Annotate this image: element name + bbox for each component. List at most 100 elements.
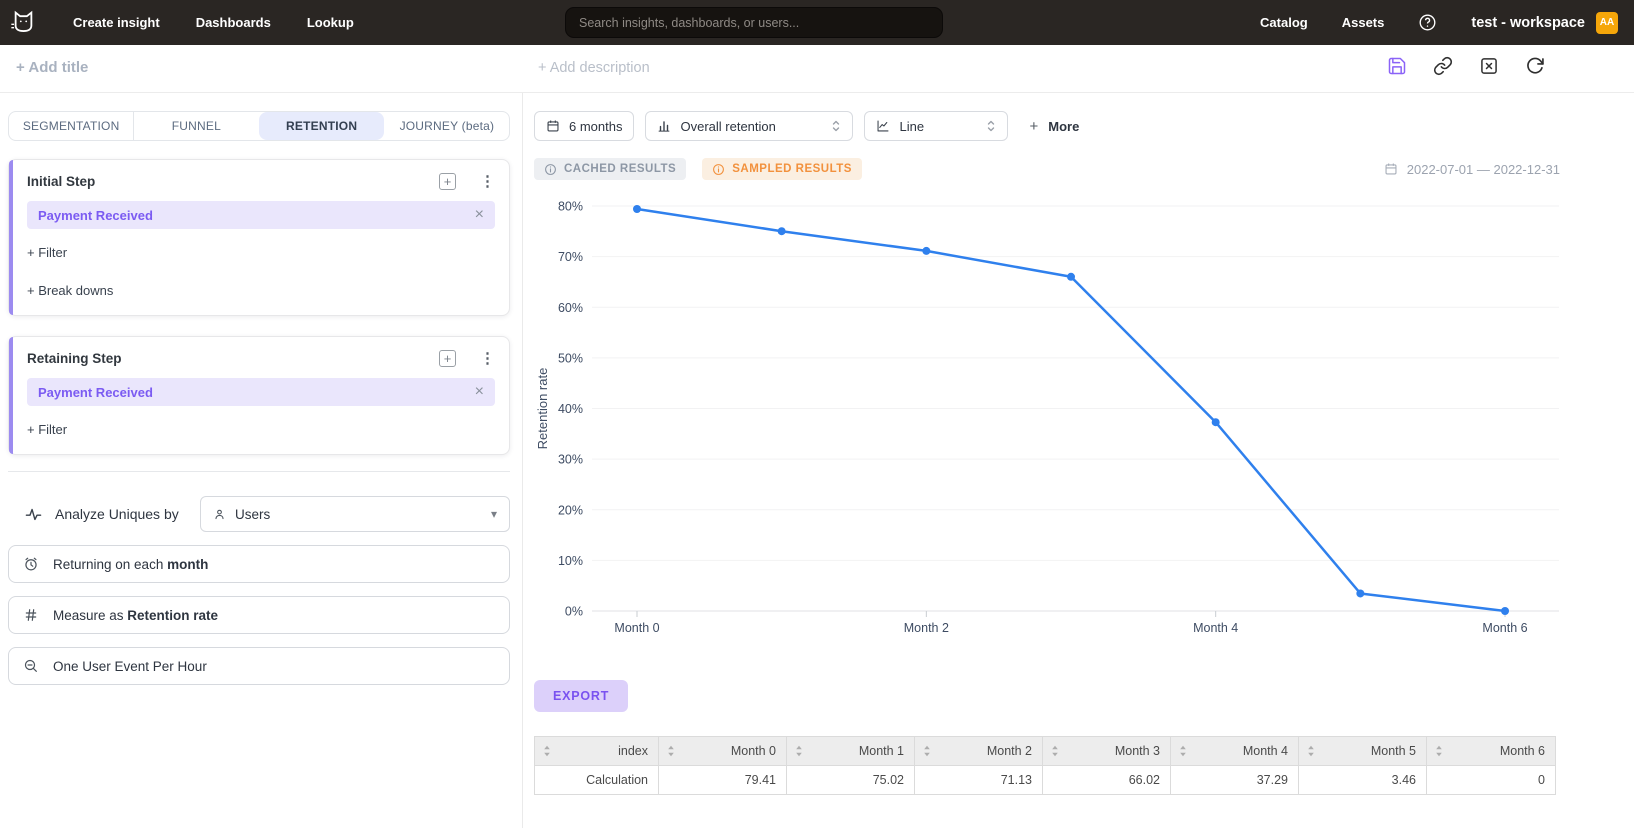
add-event-icon[interactable]: + — [439, 350, 456, 367]
select-spinner-icon — [986, 118, 996, 134]
data-point — [1067, 273, 1075, 281]
export-button[interactable]: EXPORT — [534, 680, 628, 712]
chevron-down-icon: ▾ — [491, 507, 497, 521]
sampled-results-badge[interactable]: SAMPLED RESULTS — [702, 158, 862, 180]
column-header-index[interactable]: index — [535, 737, 659, 766]
search-input[interactable] — [565, 7, 943, 38]
retention-line-chart[interactable]: 0%10%20%30%40%50%60%70%80%Month 0Month 2… — [534, 185, 1560, 645]
column-header-month-2[interactable]: Month 2 — [915, 737, 1043, 766]
nav-create-insight[interactable]: Create insight — [73, 15, 160, 30]
event-chip[interactable]: Payment Received × — [27, 201, 495, 229]
pulse-icon — [25, 506, 42, 523]
column-header-month-4[interactable]: Month 4 — [1171, 737, 1299, 766]
step-title: Retaining Step — [27, 351, 122, 366]
metric-select[interactable]: Overall retention — [645, 111, 853, 141]
table-cell: 75.02 — [787, 766, 915, 795]
column-header-month-6[interactable]: Month 6 — [1427, 737, 1556, 766]
event-name: Payment Received — [38, 385, 153, 400]
date-range-button[interactable]: 6 months — [534, 111, 634, 141]
hash-icon — [23, 607, 39, 623]
close-insight-icon[interactable] — [1479, 56, 1499, 76]
analyze-by-select[interactable]: Users ▾ — [200, 496, 510, 532]
sort-icon[interactable] — [1307, 745, 1315, 758]
copy-link-icon[interactable] — [1433, 56, 1453, 76]
analyze-by-value: Users — [235, 507, 270, 522]
add-event-icon[interactable]: + — [439, 173, 456, 190]
user-avatar[interactable]: AA — [1596, 12, 1618, 34]
step-menu-icon[interactable]: ⋮ — [480, 172, 495, 190]
tab-funnel[interactable]: FUNNEL — [133, 112, 258, 140]
event-chip[interactable]: Payment Received × — [27, 378, 495, 406]
workspace-name[interactable]: test - workspace — [1471, 15, 1585, 31]
tab-journey[interactable]: JOURNEY (beta) — [384, 112, 509, 140]
option-bold-text: Retention rate — [127, 608, 218, 623]
date-range-display: 2022-07-01 — 2022-12-31 — [1384, 162, 1560, 177]
add-filter-button[interactable]: + Filter — [27, 422, 67, 437]
data-point — [1356, 589, 1364, 597]
sort-icon[interactable] — [1179, 745, 1187, 758]
data-point — [778, 227, 786, 235]
column-header-month-1[interactable]: Month 1 — [787, 737, 915, 766]
sort-icon[interactable] — [1435, 745, 1443, 758]
nav-catalog[interactable]: Catalog — [1260, 15, 1308, 30]
svg-text:70%: 70% — [558, 250, 583, 264]
sort-icon[interactable] — [1051, 745, 1059, 758]
svg-text:Month 6: Month 6 — [1482, 621, 1527, 635]
zoom-out-icon — [23, 658, 39, 674]
column-header-month-0[interactable]: Month 0 — [659, 737, 787, 766]
data-point — [1212, 418, 1220, 426]
table-row: Calculation79.4175.0271.1366.0237.293.46… — [535, 766, 1556, 795]
column-header-month-5[interactable]: Month 5 — [1299, 737, 1427, 766]
save-icon[interactable] — [1387, 56, 1407, 76]
app-logo-cat-icon[interactable] — [10, 9, 37, 36]
returning-on-option[interactable]: Returning on each month — [8, 545, 510, 583]
analyze-label: Analyze Uniques by — [55, 506, 179, 522]
add-filter-button[interactable]: + Filter — [27, 245, 67, 260]
table-cell: 37.29 — [1171, 766, 1299, 795]
add-breakdowns-button[interactable]: + Break downs — [27, 283, 113, 298]
measure-as-option[interactable]: Measure as Retention rate — [8, 596, 510, 634]
results-status-bar: CACHED RESULTS SAMPLED RESULTS 2022-07-0… — [534, 158, 1560, 180]
table-cell: 0 — [1427, 766, 1556, 795]
analyze-uniques-row: Analyze Uniques by Users ▾ — [8, 496, 510, 532]
nav-assets[interactable]: Assets — [1342, 15, 1385, 30]
svg-text:Month 0: Month 0 — [614, 621, 659, 635]
cached-results-badge[interactable]: CACHED RESULTS — [534, 158, 686, 180]
results-panel: 6 months Overall retention Line — [523, 93, 1634, 828]
step-menu-icon[interactable]: ⋮ — [480, 349, 495, 367]
remove-event-icon[interactable]: × — [475, 207, 484, 223]
event-dedup-option[interactable]: One User Event Per Hour — [8, 647, 510, 685]
sort-icon[interactable] — [923, 745, 931, 758]
more-options-button[interactable]: + More — [1029, 118, 1079, 135]
bar-chart-icon — [657, 119, 671, 133]
column-header-month-3[interactable]: Month 3 — [1043, 737, 1171, 766]
line-chart-icon — [876, 119, 890, 133]
step-title: Initial Step — [27, 174, 95, 189]
sort-icon[interactable] — [667, 745, 675, 758]
refresh-icon[interactable] — [1525, 56, 1545, 76]
remove-event-icon[interactable]: × — [475, 384, 484, 400]
insight-type-tabs: SEGMENTATION FUNNEL RETENTION JOURNEY (b… — [8, 111, 510, 141]
svg-text:60%: 60% — [558, 301, 583, 315]
sort-icon[interactable] — [543, 745, 551, 758]
tab-segmentation[interactable]: SEGMENTATION — [9, 112, 133, 140]
add-description-button[interactable]: + Add description — [538, 60, 650, 76]
nav-lookup[interactable]: Lookup — [307, 15, 354, 30]
add-title-button[interactable]: + Add title — [16, 59, 88, 76]
option-text: One User Event Per Hour — [53, 659, 207, 674]
nav-dashboards[interactable]: Dashboards — [196, 15, 271, 30]
option-bold-text: month — [167, 557, 208, 572]
tab-retention[interactable]: RETENTION — [259, 112, 384, 140]
table-cell: 3.46 — [1299, 766, 1427, 795]
initial-step-card: Initial Step + ⋮ Payment Received × + Fi… — [8, 159, 510, 316]
help-icon[interactable] — [1418, 13, 1437, 32]
sort-icon[interactable] — [795, 745, 803, 758]
results-table: indexMonth 0Month 1Month 2Month 3Month 4… — [534, 736, 1556, 795]
svg-text:Month 4: Month 4 — [1193, 621, 1238, 635]
alarm-clock-icon — [23, 556, 39, 572]
table-cell: 66.02 — [1043, 766, 1171, 795]
table-cell: 71.13 — [915, 766, 1043, 795]
svg-text:Month 2: Month 2 — [904, 621, 949, 635]
svg-text:40%: 40% — [558, 402, 583, 416]
chart-type-select[interactable]: Line — [864, 111, 1008, 141]
